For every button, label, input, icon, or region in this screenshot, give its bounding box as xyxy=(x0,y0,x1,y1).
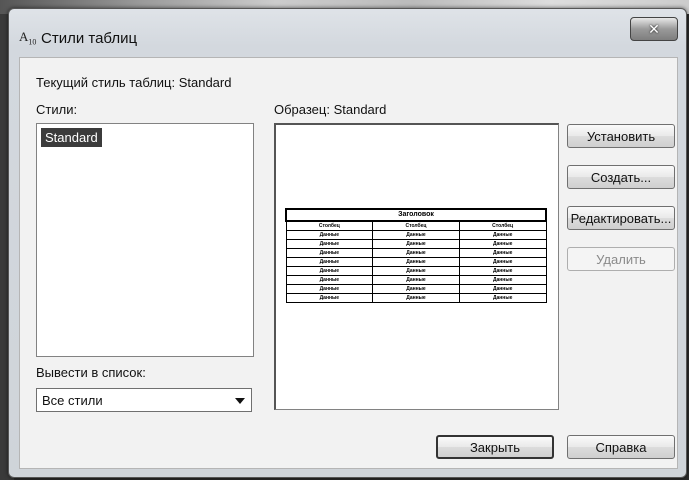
list-filter-label: Вывести в список: xyxy=(36,365,146,380)
preview-table-cell: Данные xyxy=(458,275,547,285)
styles-list-item-standard[interactable]: Standard xyxy=(41,128,102,147)
title-bar[interactable]: A10 Стили таблиц ✕ xyxy=(9,9,686,53)
preview-table-cell: Данные xyxy=(285,266,374,276)
preview-table-cell: Данные xyxy=(458,257,547,267)
preview-table-header: Столбец xyxy=(285,220,374,231)
preview-table-caption: Заголовок xyxy=(285,208,547,222)
preview-table-header: Столбец xyxy=(372,220,460,231)
preview-table-cell: Данные xyxy=(372,248,460,258)
preview-table-cell: Данные xyxy=(458,230,547,240)
list-filter-dropdown[interactable]: Все стили xyxy=(36,388,252,412)
preview-table-cell: Данные xyxy=(458,284,547,294)
close-icon: ✕ xyxy=(648,20,660,37)
close-button[interactable]: Закрыть xyxy=(436,435,554,459)
modify-style-button[interactable]: Редактировать... xyxy=(567,206,675,230)
preview-table-cell: Данные xyxy=(372,239,460,249)
autocad-app-icon: A10 xyxy=(19,29,37,47)
preview-table-cell: Данные xyxy=(285,293,374,303)
preview-table-cell: Данные xyxy=(372,230,460,240)
preview-table-cell: Данные xyxy=(285,257,374,267)
preview-table-cell: Данные xyxy=(458,248,547,258)
dialog-title: Стили таблиц xyxy=(41,30,138,47)
preview-table-cell: Данные xyxy=(372,284,460,294)
delete-style-button[interactable]: Удалить xyxy=(567,247,675,271)
preview-label: Образец: Standard xyxy=(274,102,387,117)
preview-table-cell: Данные xyxy=(372,266,460,276)
preview-table-cell: Данные xyxy=(458,239,547,249)
set-current-button[interactable]: Установить xyxy=(567,124,675,148)
preview-table-cell: Данные xyxy=(372,275,460,285)
preview-table-cell: Данные xyxy=(372,293,460,303)
styles-listbox[interactable]: Standard xyxy=(36,123,254,357)
preview-table-cell: Данные xyxy=(285,230,374,240)
preview-table-cell: Данные xyxy=(458,266,547,276)
create-style-button[interactable]: Создать... xyxy=(567,165,675,189)
styles-label: Стили: xyxy=(36,102,78,117)
preview-table-header: Столбец xyxy=(458,220,547,231)
preview-table-cell: Данные xyxy=(285,239,374,249)
preview-table-cell: Данные xyxy=(458,293,547,303)
preview-table-cell: Данные xyxy=(285,275,374,285)
table-styles-dialog: A10 Стили таблиц ✕ Текущий стиль таблиц:… xyxy=(8,8,687,478)
preview-table-cell: Данные xyxy=(285,248,374,258)
list-filter-value: Все стили xyxy=(42,393,103,408)
preview-table-cell: Данные xyxy=(372,257,460,267)
current-style-label: Текущий стиль таблиц: Standard xyxy=(36,75,232,90)
close-window-button[interactable]: ✕ xyxy=(630,17,678,41)
preview-table-cell: Данные xyxy=(285,284,374,294)
preview-table: Заголовок Столбец Столбец Столбец Данные… xyxy=(285,208,547,303)
table-style-preview: Заголовок Столбец Столбец Столбец Данные… xyxy=(274,123,559,410)
chevron-down-icon xyxy=(235,398,245,404)
dialog-client-area: Текущий стиль таблиц: Standard Стили: St… xyxy=(19,57,678,469)
help-button[interactable]: Справка xyxy=(567,435,675,459)
